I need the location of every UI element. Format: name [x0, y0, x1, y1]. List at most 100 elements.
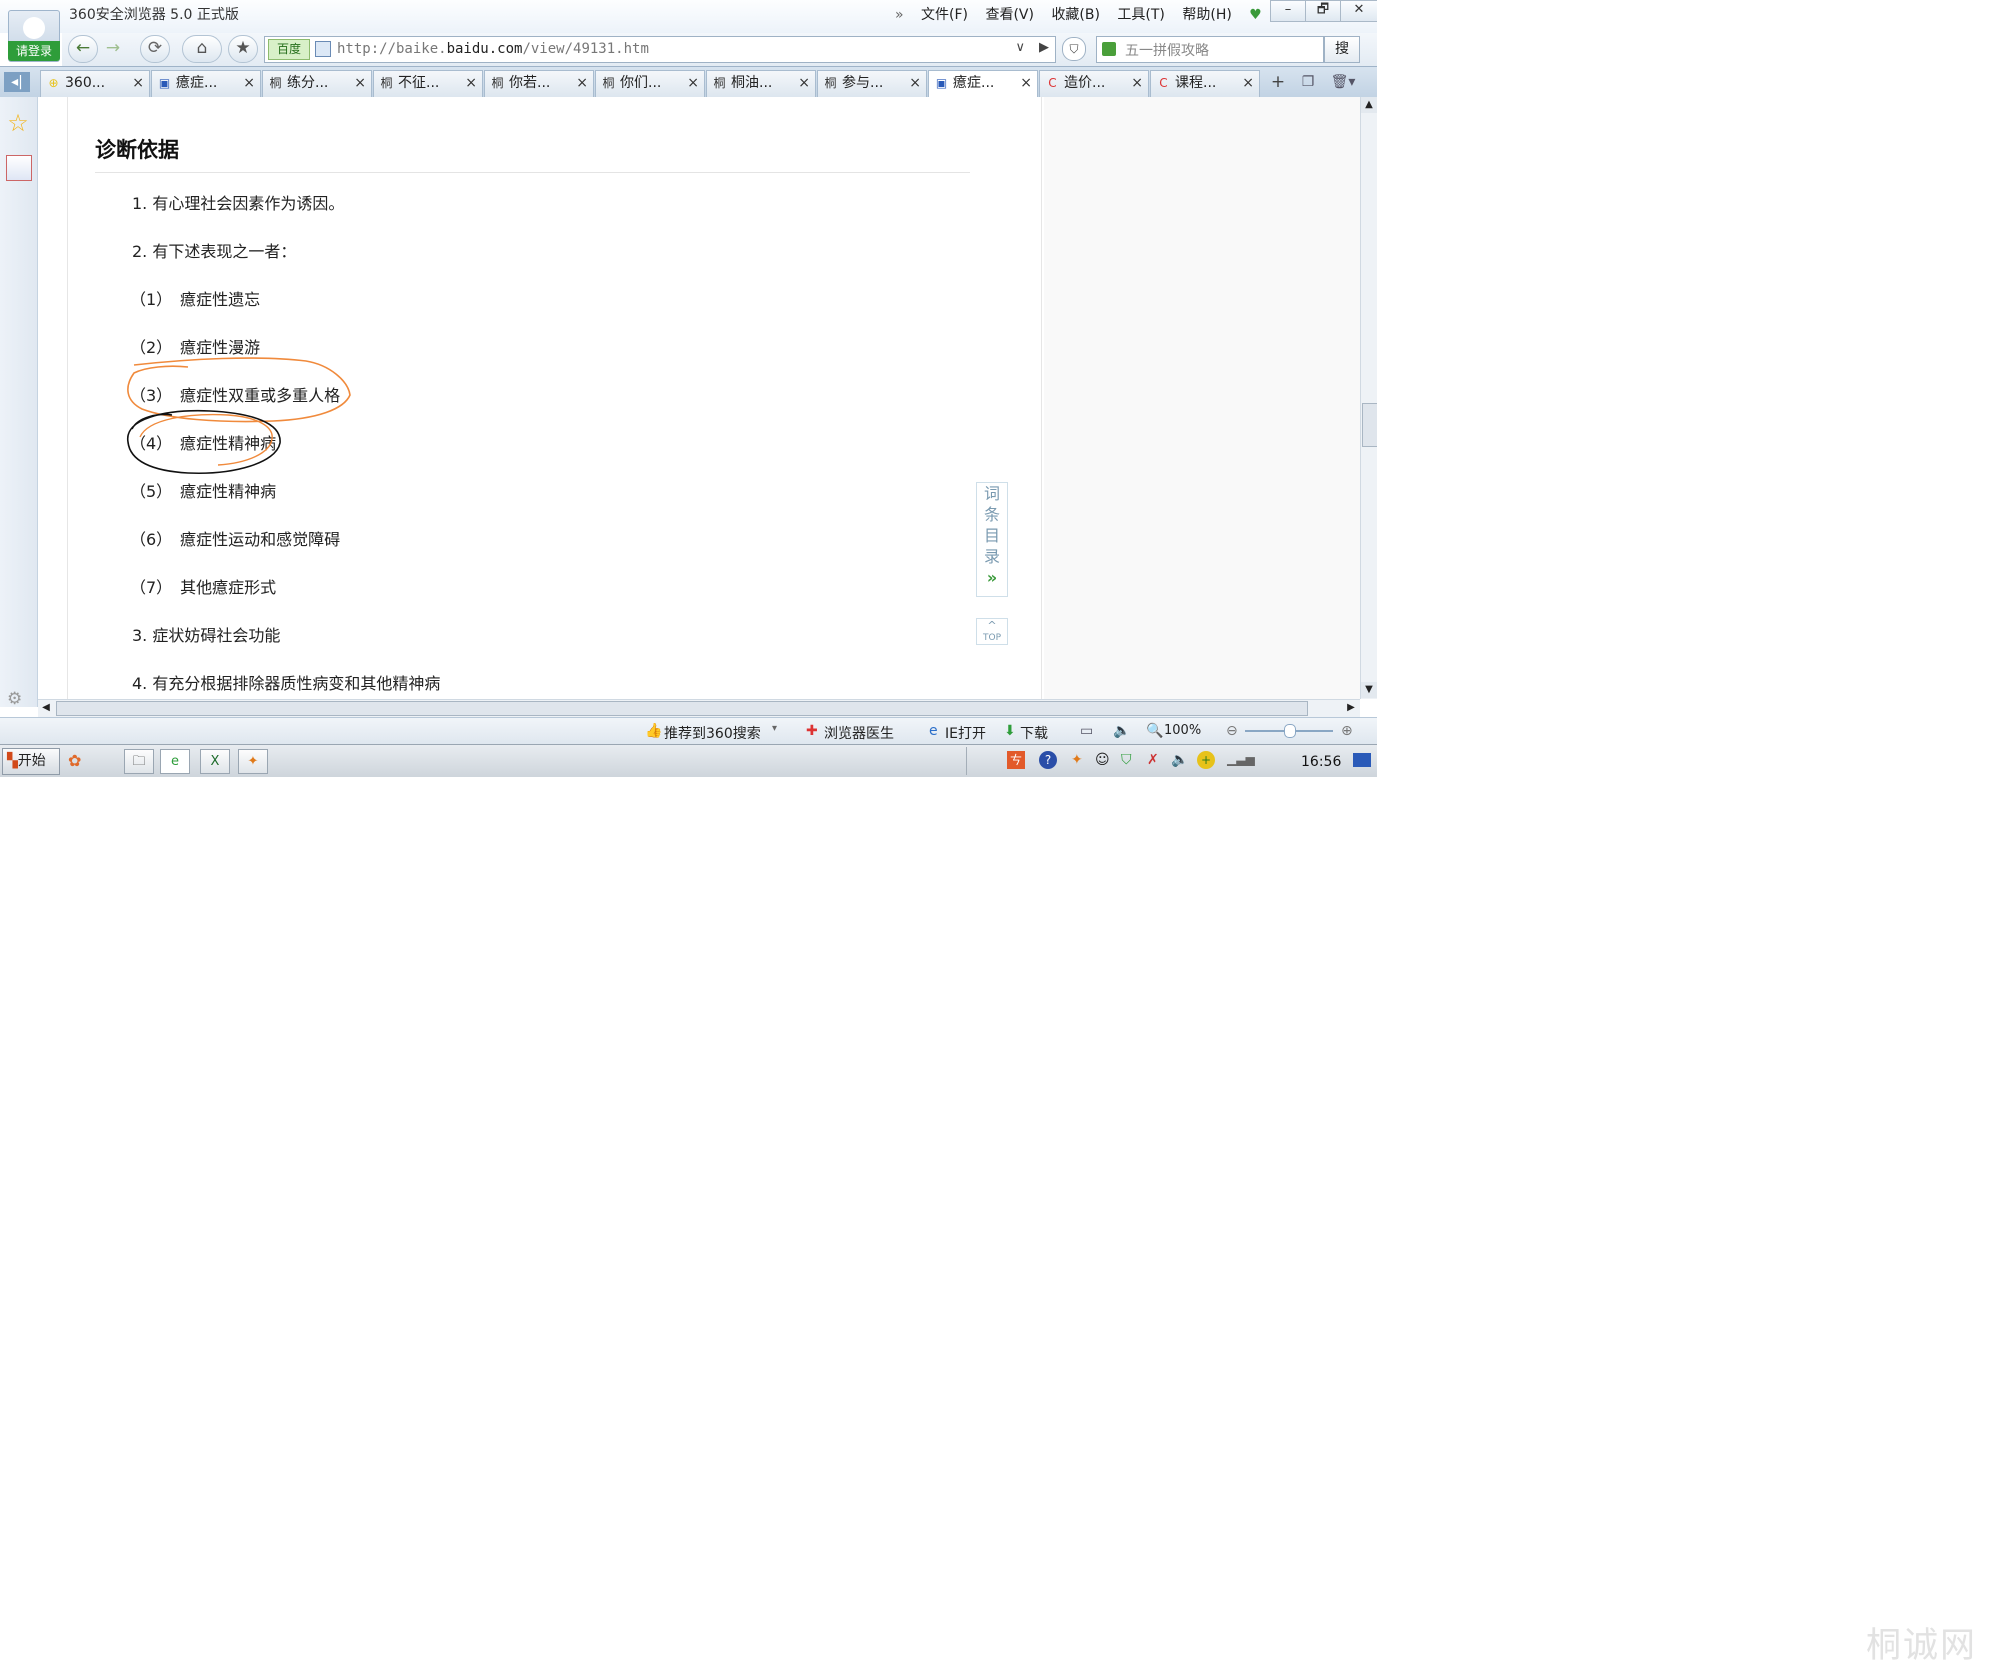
tab-close-icon[interactable]: × [132, 71, 144, 96]
browser-tab[interactable]: 桐练分... × [262, 70, 372, 97]
login-button[interactable]: 请登录 [8, 41, 60, 61]
browser-tab[interactable]: ▣ 癔症... × [928, 70, 1038, 97]
qq-icon[interactable]: ☺ [1095, 752, 1110, 768]
trash-icon[interactable]: 🗑▾ [1326, 71, 1360, 93]
system-tray: CH ㄘ ? ✦ ☺ ⛉ ✗ 🔈 + ▁▃▅ 16:56 [966, 747, 1376, 775]
vertical-scroll-thumb[interactable] [1362, 403, 1377, 447]
scroll-left-icon[interactable]: ◀ [38, 700, 54, 716]
browser-tab[interactable]: 桐参与... × [817, 70, 927, 97]
recommend-dropdown-icon[interactable]: ▾ [772, 723, 777, 734]
minimize-button[interactable]: – [1270, 0, 1306, 22]
tab-close-icon[interactable]: × [798, 71, 810, 96]
folder-taskbar-icon[interactable]: 🗀 [124, 749, 154, 774]
excel-taskbar-icon[interactable]: X [200, 749, 230, 774]
input-method-icon[interactable]: ㄘ [1007, 751, 1025, 769]
speaker-icon[interactable]: 🔈 [1113, 723, 1130, 739]
browser-tab[interactable]: 桐你们... × [595, 70, 705, 97]
search-box[interactable]: 五一拼假攻略 [1096, 36, 1324, 63]
search-engine-selector[interactable]: 百度 [268, 39, 310, 60]
tab-close-icon[interactable]: × [1020, 71, 1032, 96]
zoom-level[interactable]: 100% [1164, 723, 1201, 738]
menu-favorites[interactable]: 收藏(B) [1051, 7, 1100, 23]
help-icon[interactable]: ? [1039, 751, 1057, 769]
tab-close-icon[interactable]: × [354, 71, 366, 96]
scroll-up-icon[interactable]: ▲ [1361, 97, 1377, 113]
app-taskbar-icon[interactable]: ✦ [238, 749, 268, 774]
screen-icon[interactable]: ▭ [1080, 723, 1093, 739]
browser-tab[interactable]: C 造价... × [1039, 70, 1149, 97]
tab-close-icon[interactable]: × [243, 71, 255, 96]
scroll-down-icon[interactable]: ▼ [1361, 682, 1377, 698]
browser-doctor-link[interactable]: 浏览器医生 [824, 723, 894, 743]
volume-icon[interactable]: 🔈 [1171, 752, 1188, 768]
search-input[interactable]: 五一拼假攻略 [1125, 40, 1209, 60]
tab-close-icon[interactable]: × [576, 71, 588, 96]
menu-view[interactable]: 查看(V) [985, 7, 1034, 23]
scroll-right-icon[interactable]: ▶ [1343, 700, 1359, 716]
browser-tab[interactable]: 桐桐油... × [706, 70, 816, 97]
app-grid-icon[interactable] [6, 155, 32, 181]
clock[interactable]: 16:56 [1301, 754, 1341, 770]
signal-icon[interactable]: ▁▃▅ [1227, 752, 1255, 766]
address-bar[interactable]: 百度 http://baike.baidu.com/view/49131.htm… [264, 36, 1056, 63]
ie-open-link[interactable]: IE打开 [945, 723, 986, 743]
tab-close-icon[interactable]: × [1131, 71, 1143, 96]
table-of-contents-button[interactable]: 词 条 目 录 » [976, 482, 1008, 597]
menu-file[interactable]: 文件(F) [921, 7, 968, 23]
back-to-top-button[interactable]: ^ TOP [976, 618, 1008, 645]
sidebar-toggle-icon[interactable]: ◂| [4, 72, 30, 92]
url-dropdown-icon[interactable]: ∨ [1015, 40, 1025, 55]
browser-tab[interactable]: 桐不征... × [373, 70, 483, 97]
article-body: 诊断依据 1. 有心理社会因素作为诱因。 2. 有下述表现之一者： （1） 癔症… [67, 97, 1042, 699]
tab-close-icon[interactable]: × [1242, 71, 1254, 96]
refresh-button[interactable]: ⟳ [140, 35, 170, 63]
favorites-star-icon[interactable]: ☆ [5, 110, 31, 136]
url-text[interactable]: http://baike.baidu.com/view/49131.htm [337, 41, 649, 57]
app-title: 360安全浏览器 5.0 正式版 [69, 7, 239, 23]
tab-label: 你若... [509, 75, 551, 91]
settings-gear-icon[interactable]: ⚙ [7, 689, 22, 709]
start-button[interactable]: ▚开始 [2, 748, 60, 775]
new-tab-icon[interactable]: + [1265, 71, 1291, 93]
download-link[interactable]: 下载 [1020, 723, 1048, 743]
refresh-icon: ⟳ [147, 38, 163, 58]
go-arrow-icon[interactable]: ▶ [1039, 40, 1049, 55]
search-button[interactable]: 搜 [1324, 36, 1360, 63]
browser-tab[interactable]: ▣ 癔症... × [151, 70, 261, 97]
show-desktop-icon[interactable] [1353, 753, 1371, 767]
favorite-star-button[interactable]: ★ [228, 35, 258, 63]
zoom-out-icon[interactable]: ⊖ [1226, 723, 1238, 739]
menu-tools[interactable]: 工具(T) [1117, 7, 1164, 23]
zoom-in-icon[interactable]: ⊕ [1341, 723, 1353, 739]
skin-icon[interactable]: ♥ [1249, 7, 1262, 23]
browser-taskbar-icon[interactable]: e [160, 749, 190, 774]
close-window-button[interactable]: ✕ [1340, 0, 1377, 22]
browser-tab[interactable]: 桐你若... × [484, 70, 594, 97]
360-tray-icon[interactable]: + [1197, 751, 1215, 769]
forward-button[interactable]: → [98, 35, 128, 63]
tab-label: 不征... [398, 75, 440, 91]
tongcheng-icon: 桐 [824, 76, 837, 90]
menu-more-chevron[interactable]: » [895, 7, 904, 23]
browser-tab[interactable]: C 课程... × [1150, 70, 1260, 97]
browser-tab[interactable]: ⊕ 360... × [40, 70, 150, 97]
network-error-icon[interactable]: ✗ [1147, 752, 1159, 768]
tab-close-icon[interactable]: × [465, 71, 477, 96]
horizontal-scrollbar[interactable]: ◀ ▶ [38, 699, 1360, 717]
menu-help[interactable]: 帮助(H) [1182, 7, 1231, 23]
navigation-bar: ← → ⟳ ⌂ ★ 百度 http://baike.baidu.com/view… [62, 33, 1377, 66]
vertical-scrollbar[interactable]: ▲ ▼ [1360, 97, 1377, 699]
restore-tab-icon[interactable]: ❐ [1298, 71, 1318, 93]
zoom-slider-thumb[interactable] [1284, 724, 1296, 738]
tab-close-icon[interactable]: × [909, 71, 921, 96]
restore-button[interactable]: 🗗 [1305, 0, 1341, 22]
recommend-360-search-link[interactable]: 推荐到360搜索 [664, 723, 761, 743]
tray-app-icon[interactable]: ✦ [1071, 752, 1083, 768]
security-shield-icon[interactable]: ⛉ [1062, 37, 1086, 61]
flower-app-icon[interactable]: ✿ [68, 751, 81, 770]
home-button[interactable]: ⌂ [182, 35, 222, 63]
tab-close-icon[interactable]: × [687, 71, 699, 96]
back-button[interactable]: ← [68, 35, 98, 63]
horizontal-scroll-thumb[interactable] [56, 701, 1308, 716]
shield-tray-icon[interactable]: ⛉ [1121, 752, 1132, 768]
